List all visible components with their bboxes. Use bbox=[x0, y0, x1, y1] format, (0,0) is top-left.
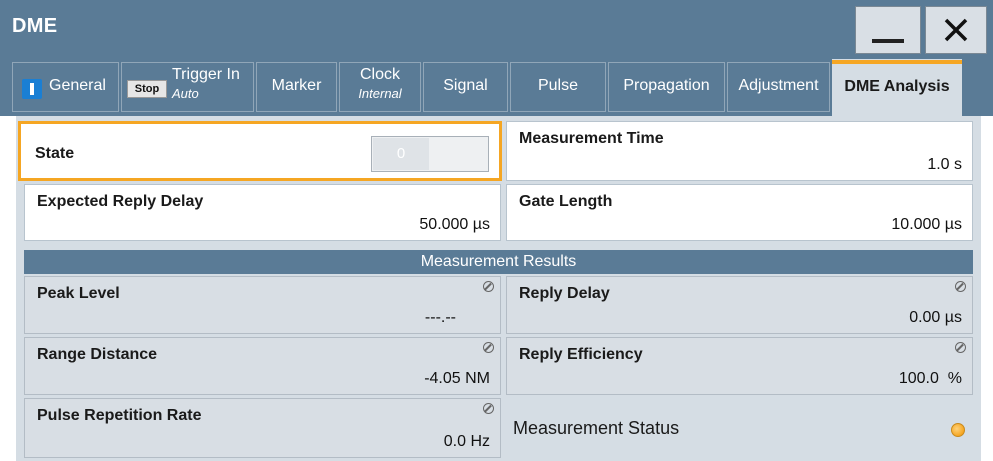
read-only-icon bbox=[955, 281, 966, 292]
measurement-time-label: Measurement Time bbox=[519, 130, 664, 147]
gate-length-field[interactable]: Gate Length 10.000 µs bbox=[506, 184, 973, 241]
tab-clock[interactable]: Clock Internal bbox=[339, 62, 421, 112]
tab-marker[interactable]: Marker bbox=[256, 62, 337, 112]
state-toggle[interactable]: 0 bbox=[371, 136, 489, 172]
expected-reply-delay-label: Expected Reply Delay bbox=[37, 193, 204, 210]
close-icon bbox=[944, 18, 968, 42]
tab-trigger-in[interactable]: Stop Trigger In Auto bbox=[121, 62, 254, 112]
measurement-status-field: Measurement Status bbox=[506, 398, 973, 458]
tab-label: Adjustment bbox=[738, 77, 819, 94]
tab-label: Pulse bbox=[537, 77, 579, 94]
read-only-icon bbox=[483, 281, 494, 292]
close-button[interactable] bbox=[925, 6, 987, 54]
active-tab-indicator bbox=[832, 60, 962, 64]
measurement-time-value: 1.0 s bbox=[927, 156, 962, 173]
tab-label: DME Analysis bbox=[844, 78, 950, 95]
peak-level-field: Peak Level ---.-- bbox=[24, 276, 501, 334]
read-only-icon bbox=[483, 403, 494, 414]
tab-signal[interactable]: Signal bbox=[423, 62, 508, 112]
pulse-repetition-rate-field: Pulse Repetition Rate 0.0 Hz bbox=[24, 398, 501, 458]
read-only-icon bbox=[955, 342, 966, 353]
title-bar: DME bbox=[0, 0, 993, 56]
tab-adjustment[interactable]: Adjustment bbox=[727, 62, 830, 112]
peak-level-label: Peak Level bbox=[37, 285, 120, 302]
tab-label: Propagation bbox=[623, 77, 710, 94]
tab-label: Clock bbox=[359, 66, 400, 83]
tab-pulse[interactable]: Pulse bbox=[510, 62, 606, 112]
tab-sublabel: Auto bbox=[172, 86, 199, 101]
gate-length-label: Gate Length bbox=[519, 193, 613, 210]
reply-efficiency-value: 100.0 % bbox=[898, 370, 962, 387]
tab-label: Trigger In bbox=[172, 66, 240, 83]
expected-reply-delay-value: 50.000 µs bbox=[419, 216, 490, 233]
state-field: State 0 bbox=[18, 121, 502, 181]
measurement-status-label: Measurement Status bbox=[513, 418, 680, 438]
reply-delay-value: 0.00 µs bbox=[909, 309, 962, 326]
tab-sublabel: Internal bbox=[358, 86, 402, 101]
tab-dme-analysis[interactable]: DME Analysis bbox=[832, 59, 962, 116]
tab-general[interactable]: General bbox=[12, 62, 119, 112]
toggle-on-icon bbox=[22, 79, 42, 99]
tab-label: General bbox=[49, 77, 106, 94]
stop-badge: Stop bbox=[127, 80, 167, 98]
minimize-icon bbox=[872, 39, 904, 43]
status-led-icon bbox=[951, 423, 965, 437]
peak-level-value: ---.-- bbox=[424, 309, 456, 326]
tab-label: Marker bbox=[271, 77, 322, 94]
dme-window: DME General Stop Trigger In Auto Marker … bbox=[0, 0, 993, 461]
dme-analysis-panel: State 0 Measurement Time 1.0 s Expected … bbox=[16, 116, 981, 461]
tab-label: Signal bbox=[443, 77, 488, 94]
reply-delay-field: Reply Delay 0.00 µs bbox=[506, 276, 973, 334]
range-distance-value: -4.05 NM bbox=[424, 370, 490, 387]
measurement-time-field[interactable]: Measurement Time 1.0 s bbox=[506, 121, 973, 181]
state-toggle-value: 0 bbox=[373, 138, 429, 170]
reply-delay-label: Reply Delay bbox=[519, 285, 610, 302]
tab-bar: General Stop Trigger In Auto Marker Cloc… bbox=[0, 56, 993, 116]
measurement-results-header: Measurement Results bbox=[24, 250, 973, 274]
pulse-repetition-rate-label: Pulse Repetition Rate bbox=[37, 407, 202, 424]
minimize-button[interactable] bbox=[855, 6, 921, 54]
expected-reply-delay-field[interactable]: Expected Reply Delay 50.000 µs bbox=[24, 184, 501, 241]
reply-efficiency-field: Reply Efficiency 100.0 % bbox=[506, 337, 973, 395]
tab-propagation[interactable]: Propagation bbox=[608, 62, 725, 112]
range-distance-label: Range Distance bbox=[37, 346, 158, 363]
gate-length-value: 10.000 µs bbox=[891, 216, 962, 233]
range-distance-field: Range Distance -4.05 NM bbox=[24, 337, 501, 395]
reply-efficiency-label: Reply Efficiency bbox=[519, 346, 643, 363]
window-title: DME bbox=[12, 15, 58, 37]
pulse-repetition-rate-value: 0.0 Hz bbox=[443, 433, 490, 450]
state-label: State bbox=[35, 145, 75, 162]
read-only-icon bbox=[483, 342, 494, 353]
